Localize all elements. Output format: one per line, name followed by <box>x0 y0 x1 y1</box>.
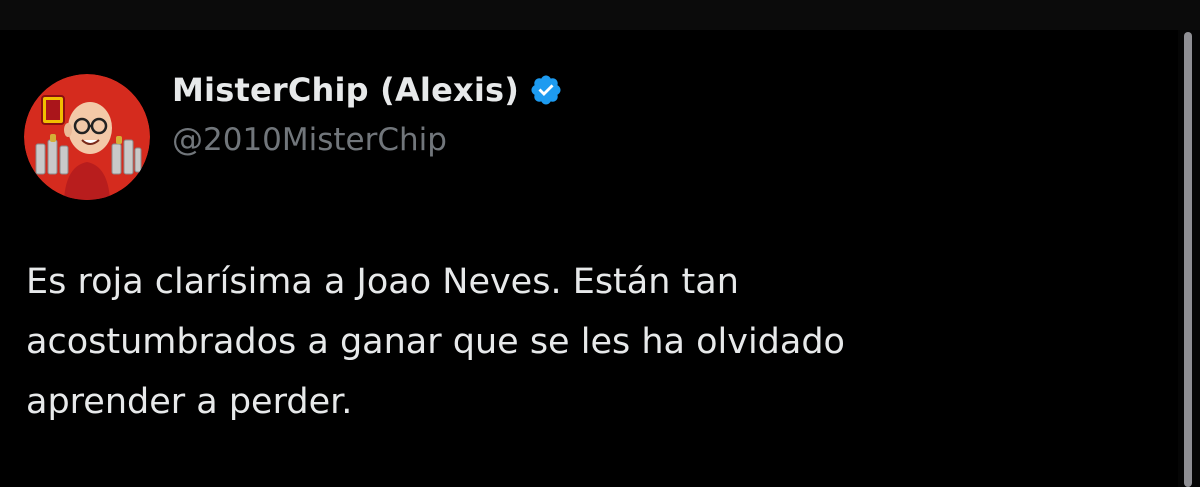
author-display-name[interactable]: MisterChip (Alexis) <box>172 71 519 109</box>
scrollbar-thumb[interactable] <box>1184 32 1192 487</box>
author-handle[interactable]: @2010MisterChip <box>172 122 447 158</box>
verified-badge-icon <box>529 73 563 107</box>
author-row: MisterChip (Alexis) <box>172 68 563 112</box>
tweet-text-line: aprender a perder. <box>26 382 353 422</box>
tweet-text-line: Es roja clarísima a Joao Neves. Están ta… <box>26 262 739 302</box>
tweet-text-line: acostumbrados a ganar que se les ha olvi… <box>26 322 845 362</box>
tweet-card: MisterChip (Alexis) @2010MisterChip Es r… <box>0 30 1180 487</box>
top-bar <box>0 0 1200 30</box>
avatar-caricature-icon[interactable] <box>24 74 150 200</box>
tweet-text: Es roja clarísima a Joao Neves. Están ta… <box>26 252 1156 432</box>
